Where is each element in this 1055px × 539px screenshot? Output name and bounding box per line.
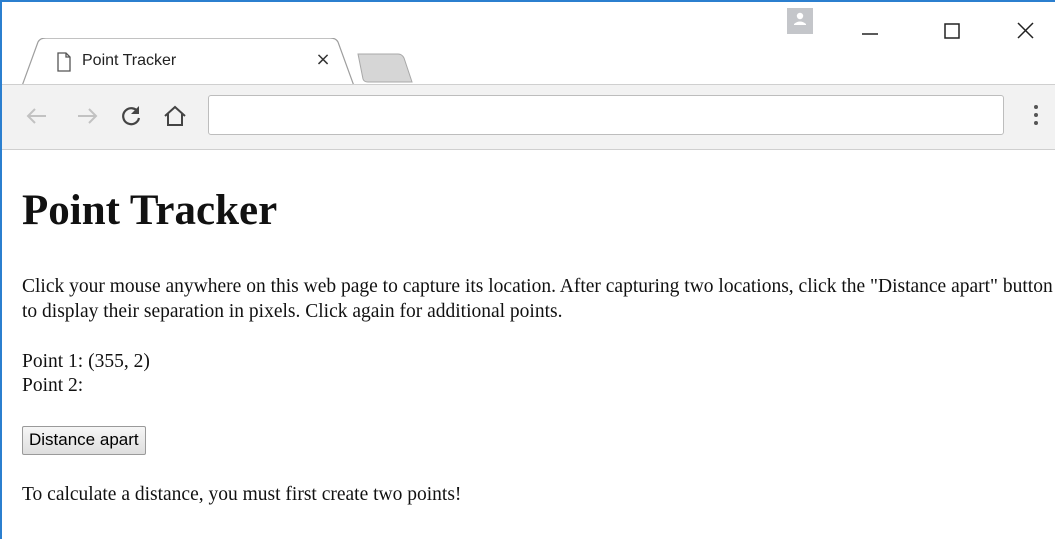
reload-icon[interactable] — [118, 103, 144, 129]
page-content: Point Tracker Click your mouse anywhere … — [22, 160, 1053, 507]
browser-window: Point Tracker × Point Tracker Click your… — [0, 0, 1055, 539]
status-message: To calculate a distance, you must first … — [22, 484, 462, 505]
address-bar[interactable] — [208, 95, 1004, 135]
minimize-icon[interactable] — [850, 14, 890, 44]
tab-close-icon[interactable]: × — [314, 51, 332, 69]
close-icon[interactable] — [1006, 14, 1046, 44]
tab-point-tracker[interactable]: Point Tracker × — [22, 38, 354, 86]
tab-strip: Point Tracker × — [2, 2, 1055, 86]
browser-toolbar — [2, 84, 1055, 150]
page-title: Point Tracker — [22, 187, 278, 234]
distance-apart-button[interactable]: Distance apart — [22, 426, 146, 455]
maximize-icon[interactable] — [932, 14, 972, 44]
new-tab-button[interactable] — [354, 52, 416, 84]
more-vert-icon[interactable] — [1028, 103, 1044, 129]
profile-icon[interactable] — [787, 8, 813, 34]
home-icon[interactable] — [162, 103, 188, 129]
point-2-label: Point 2: — [22, 375, 84, 396]
points-readout: Point 1: (355, 2) Point 2: — [22, 350, 1052, 398]
page-icon — [57, 52, 71, 72]
arrow-right-icon[interactable] — [74, 103, 100, 129]
instructions-text: Click your mouse anywhere on this web pa… — [22, 276, 1053, 322]
tab-title: Point Tracker — [82, 52, 177, 69]
arrow-left-icon[interactable] — [24, 103, 50, 129]
point-1-label: Point 1: (355, 2) — [22, 351, 150, 372]
